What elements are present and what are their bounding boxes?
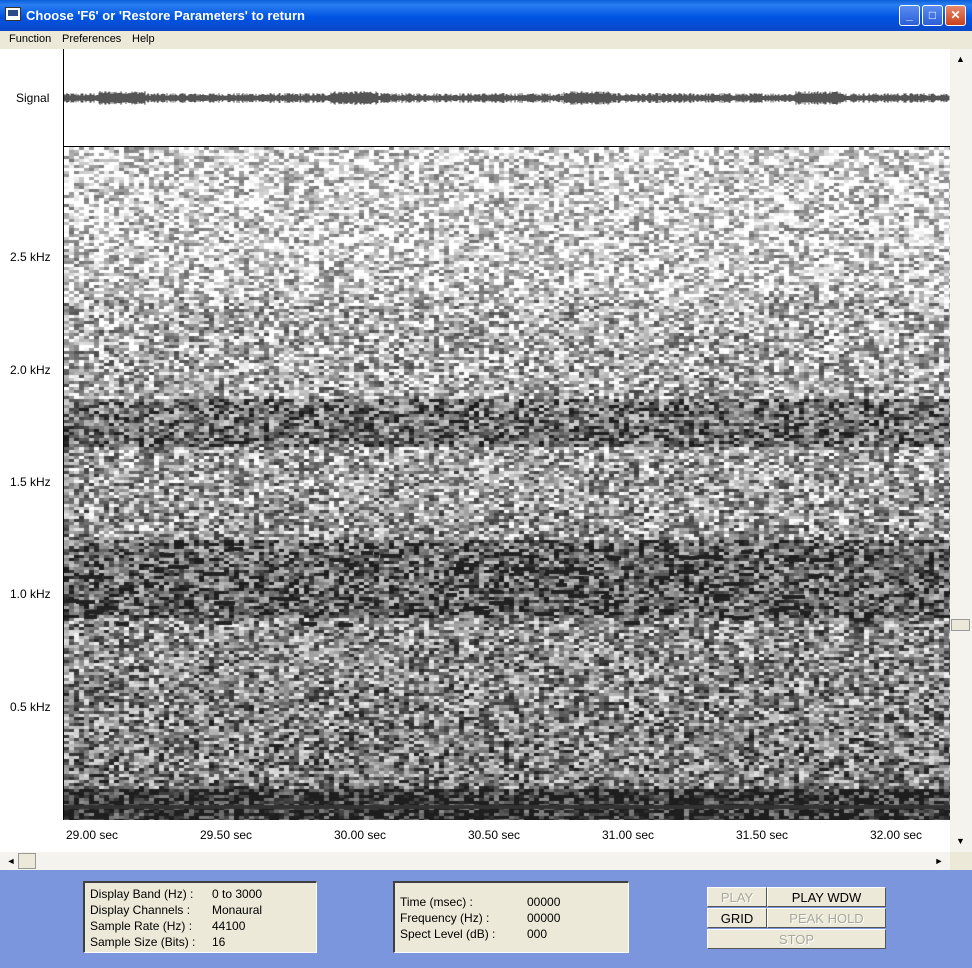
time-value: 00000 (527, 895, 561, 909)
maximize-button[interactable]: □ (922, 5, 943, 26)
y-tick-label: 1.5 kHz (10, 475, 51, 489)
window-title: Choose 'F6' or 'Restore Parameters' to r… (26, 8, 305, 23)
play-button[interactable]: PLAY (707, 887, 767, 907)
menu-function[interactable]: Function (9, 33, 51, 45)
x-tick-label: 30.50 sec (468, 828, 521, 842)
sample-rate-label: Sample Rate (Hz) : (90, 919, 193, 933)
sample-rate-value: 44100 (212, 919, 246, 933)
frequency-value: 00000 (527, 911, 561, 925)
display-info-panel: Display Band (Hz) : 0 to 3000 Display Ch… (83, 881, 317, 953)
x-tick-label: 29.00 sec (66, 828, 119, 842)
vertical-scroll-thumb[interactable] (951, 619, 970, 631)
scrollbar-corner (950, 852, 972, 870)
display-band-value: 0 to 3000 (212, 887, 263, 901)
signal-waveform-panel (63, 49, 950, 147)
signal-waveform (64, 91, 950, 105)
play-window-button[interactable]: PLAY WDW (767, 887, 886, 907)
close-button[interactable]: ✕ (945, 5, 966, 26)
x-tick-label: 29.50 sec (200, 828, 253, 842)
menu-preferences[interactable]: Preferences (62, 33, 121, 45)
spectrogram-canvas (64, 147, 950, 820)
peak-hold-button[interactable]: PEAK HOLD (767, 908, 886, 928)
waveform-trace (64, 91, 950, 105)
display-channels-value: Monaural (212, 903, 263, 917)
horizontal-scrollbar[interactable]: ◄ ► (0, 852, 950, 870)
status-area: Display Band (Hz) : 0 to 3000 Display Ch… (0, 870, 972, 968)
frequency-label: Frequency (Hz) : (400, 911, 490, 925)
display-band-label: Display Band (Hz) : (90, 887, 194, 901)
scroll-left-icon[interactable]: ◄ (3, 853, 19, 869)
y-tick-label: 2.5 kHz (10, 250, 51, 264)
spect-level-label: Spect Level (dB) : (400, 927, 496, 941)
app-window: Choose 'F6' or 'Restore Parameters' to r… (0, 0, 972, 968)
title-bar[interactable]: Choose 'F6' or 'Restore Parameters' to r… (0, 0, 972, 31)
x-tick-label: 30.00 sec (334, 828, 387, 842)
menu-help[interactable]: Help (132, 33, 155, 45)
signal-label: Signal (16, 91, 50, 105)
vertical-scrollbar[interactable]: ▲ ▼ (950, 49, 972, 852)
spectrogram-image[interactable] (63, 147, 950, 820)
time-label: Time (msec) : (400, 895, 473, 909)
scroll-down-icon[interactable]: ▼ (952, 833, 969, 850)
spectrogram-view[interactable]: Signal 2.5 kHz 2.0 kHz 1.5 kHz 1.0 kHz 0… (0, 49, 950, 852)
menu-bar: Function Preferences Help (0, 31, 972, 49)
stop-button[interactable]: STOP (707, 929, 886, 949)
spect-level-value: 000 (527, 927, 548, 941)
y-tick-label: 2.0 kHz (10, 363, 51, 377)
horizontal-scroll-thumb[interactable] (18, 853, 36, 869)
app-icon (5, 7, 21, 21)
scroll-up-icon[interactable]: ▲ (952, 51, 969, 68)
grid-button[interactable]: GRID (707, 908, 767, 928)
sample-size-label: Sample Size (Bits) : (90, 935, 196, 949)
scroll-right-icon[interactable]: ► (931, 853, 947, 869)
cursor-readout-panel: Time (msec) : 00000 Frequency (Hz) : 000… (393, 881, 629, 953)
display-channels-label: Display Channels : (90, 903, 191, 917)
x-tick-label: 31.00 sec (602, 828, 655, 842)
x-tick-label: 32.00 sec (870, 828, 923, 842)
x-tick-label: 31.50 sec (736, 828, 789, 842)
sample-size-value: 16 (212, 935, 226, 949)
y-tick-label: 0.5 kHz (10, 700, 51, 714)
minimize-button[interactable]: _ (899, 5, 920, 26)
y-tick-label: 1.0 kHz (10, 587, 51, 601)
